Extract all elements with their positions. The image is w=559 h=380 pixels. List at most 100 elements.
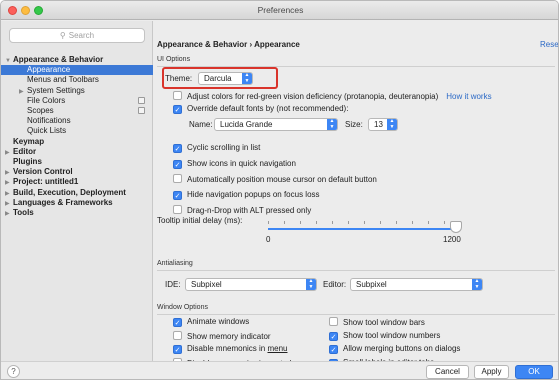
override-fonts-checkbox[interactable]: ✓ xyxy=(173,105,182,114)
tooltip-delay-slider-track[interactable] xyxy=(268,228,457,230)
window-option-left-0-checkbox[interactable]: ✓ xyxy=(173,318,182,327)
font-size-value: 13 xyxy=(374,120,383,129)
ui-option-0-label: Cyclic scrolling in list xyxy=(187,143,260,152)
window-option-left-1-checkbox[interactable] xyxy=(173,331,182,340)
sidebar-item-label: Languages & Frameworks xyxy=(13,197,113,207)
window-option-right-0-row[interactable]: Show tool window bars xyxy=(329,317,425,327)
ui-option-3-checkbox[interactable]: ✓ xyxy=(173,191,182,200)
ui-options-title: UI Options xyxy=(157,56,191,63)
window-option-left-1-row[interactable]: Show memory indicator xyxy=(173,331,271,341)
slider-tick xyxy=(428,221,429,224)
theme-combo[interactable]: Darcula ▲ ▼ xyxy=(198,72,253,85)
tooltip-delay-label: Tooltip initial delay (ms): xyxy=(157,216,243,225)
sidebar-item[interactable]: ▶ Project: untitled1 xyxy=(1,177,153,187)
combo-arrows-icon: ▲ ▼ xyxy=(472,278,482,290)
sidebar-item[interactable]: Appearance xyxy=(1,65,153,76)
window-option-left-0-row[interactable]: ✓ Animate windows xyxy=(173,317,249,327)
slider-tick xyxy=(444,221,445,224)
slider-tick xyxy=(300,221,301,224)
settings-sidebar: ⚲ Search ▼ Appearance & Behavior Appearance… xyxy=(1,21,153,361)
project-level-icon xyxy=(138,107,145,114)
window-option-left-2-checkbox[interactable]: ✓ xyxy=(173,345,182,354)
ui-option-3-text: Hide navigation popups on focus loss xyxy=(187,190,320,199)
search-placeholder: Search xyxy=(68,31,95,40)
window-option-left-2-label: Disable mnemonics in menu xyxy=(187,344,288,353)
override-fonts-checkbox-row[interactable]: ✓ Override default fonts by (not recommen… xyxy=(173,104,348,114)
ui-option-2-checkbox[interactable] xyxy=(173,174,182,183)
antialiasing-title: Antialiasing xyxy=(157,260,193,267)
slider-max-label: 1200 xyxy=(443,235,461,244)
slider-tick xyxy=(348,221,349,224)
cancel-button[interactable]: Cancel xyxy=(426,365,469,379)
ide-aa-combo[interactable]: Subpixel ▲ ▼ xyxy=(185,278,317,291)
sidebar-item-label: Project: untitled1 xyxy=(13,177,79,187)
ui-option-1-row[interactable]: ✓ Show icons in quick navigation xyxy=(173,159,296,169)
window-option-right-0-label: Show tool window bars xyxy=(343,318,425,327)
font-name-combo[interactable]: Lucida Grande ▲ ▼ xyxy=(214,118,338,131)
editor-aa-combo[interactable]: Subpixel ▲ ▼ xyxy=(350,278,483,291)
window-option-right-2-checkbox[interactable]: ✓ xyxy=(329,345,338,354)
ui-option-0-row[interactable]: ✓ Cyclic scrolling in list xyxy=(173,143,260,153)
title-bar: Preferences xyxy=(1,1,558,20)
window-option-left-2-mnemonic-text: menu xyxy=(267,344,288,353)
font-name-label: Name: xyxy=(189,120,213,129)
slider-min-label: 0 xyxy=(266,235,271,244)
reset-link[interactable]: Reset xyxy=(540,40,558,49)
window-option-right-2-row[interactable]: ✓ Allow merging buttons on dialogs xyxy=(329,344,460,354)
how-it-works-link[interactable]: How it works xyxy=(446,92,491,101)
ui-option-3-row[interactable]: ✓ Hide navigation popups on focus loss xyxy=(173,190,320,200)
window-options-divider xyxy=(157,314,555,315)
sidebar-item[interactable]: ▶ System Settings xyxy=(1,86,153,96)
combo-arrows-icon: ▲ ▼ xyxy=(242,72,252,84)
sidebar-item-label: Version Control xyxy=(13,167,73,177)
font-name-value: Lucida Grande xyxy=(220,120,273,129)
window-option-right-1-checkbox[interactable]: ✓ xyxy=(329,332,338,341)
slider-tick xyxy=(268,221,269,224)
window-option-left-2-row[interactable]: ✓ Disable mnemonics in menu xyxy=(173,344,288,354)
sidebar-item[interactable]: Menus and Toolbars xyxy=(1,75,153,85)
sidebar-item[interactable]: ▼ Appearance & Behavior xyxy=(1,55,153,65)
window-option-left-1-text: Show memory indicator xyxy=(187,332,271,341)
sidebar-item[interactable]: Plugins xyxy=(1,157,153,167)
apply-button[interactable]: Apply xyxy=(474,365,509,379)
sidebar-item[interactable]: ▶ Editor xyxy=(1,147,153,157)
breadcrumb: Appearance & Behavior › Appearance xyxy=(157,40,300,49)
sidebar-item[interactable]: ▶ Languages & Frameworks xyxy=(1,198,153,208)
sidebar-item-label: Tools xyxy=(13,208,34,217)
sidebar-item[interactable]: Notifications xyxy=(1,116,153,126)
slider-tick xyxy=(396,221,397,224)
ui-option-1-checkbox[interactable]: ✓ xyxy=(173,160,182,169)
ui-option-4-checkbox[interactable] xyxy=(173,205,182,214)
help-button[interactable]: ? xyxy=(7,365,20,378)
ok-button[interactable]: OK xyxy=(515,365,553,379)
sidebar-item[interactable]: Quick Lists xyxy=(1,126,153,136)
sidebar-item[interactable]: ▶ Build, Execution, Deployment xyxy=(1,188,153,198)
slider-tick xyxy=(364,221,365,224)
window-option-left-0-label: Animate windows xyxy=(187,317,249,326)
sidebar-item[interactable]: Keymap xyxy=(1,137,153,147)
sidebar-item-label: Plugins xyxy=(13,157,42,166)
collapsed-arrow-icon[interactable]: ▶ xyxy=(5,209,13,219)
sidebar-item[interactable]: Scopes xyxy=(1,106,153,116)
font-size-combo[interactable]: 13 ▲ ▼ xyxy=(368,118,398,131)
tooltip-delay-slider-thumb[interactable] xyxy=(450,221,463,233)
ui-option-0-text: Cyclic scrolling in list xyxy=(187,143,261,152)
override-fonts-label: Override default fonts by (not recommend… xyxy=(187,104,349,113)
window-option-right-0-checkbox[interactable] xyxy=(329,317,338,326)
sidebar-item-label: Build, Execution, Deployment xyxy=(13,187,126,197)
adjust-colors-checkbox[interactable] xyxy=(173,91,182,100)
window-option-right-0-text: Show tool window bars xyxy=(343,318,425,327)
sidebar-item[interactable]: File Colors xyxy=(1,96,153,106)
settings-search-input[interactable]: ⚲ Search xyxy=(9,28,145,43)
ui-option-4-row[interactable]: Drag-n-Drop with ALT pressed only xyxy=(173,205,311,215)
sidebar-item[interactable]: ▶ Version Control xyxy=(1,167,153,177)
ui-option-2-row[interactable]: Automatically position mouse cursor on d… xyxy=(173,174,377,184)
ui-option-0-checkbox[interactable]: ✓ xyxy=(173,144,182,153)
adjust-colors-checkbox-row[interactable]: Adjust colors for red-green vision defic… xyxy=(173,91,492,101)
ui-option-2-label: Automatically position mouse cursor on d… xyxy=(187,175,377,184)
sidebar-item[interactable]: ▶ Tools xyxy=(1,208,153,218)
theme-value: Darcula xyxy=(204,74,232,83)
antialiasing-divider xyxy=(157,270,555,271)
font-size-label: Size: xyxy=(345,120,363,129)
window-option-right-1-row[interactable]: ✓ Show tool window numbers xyxy=(329,331,440,341)
